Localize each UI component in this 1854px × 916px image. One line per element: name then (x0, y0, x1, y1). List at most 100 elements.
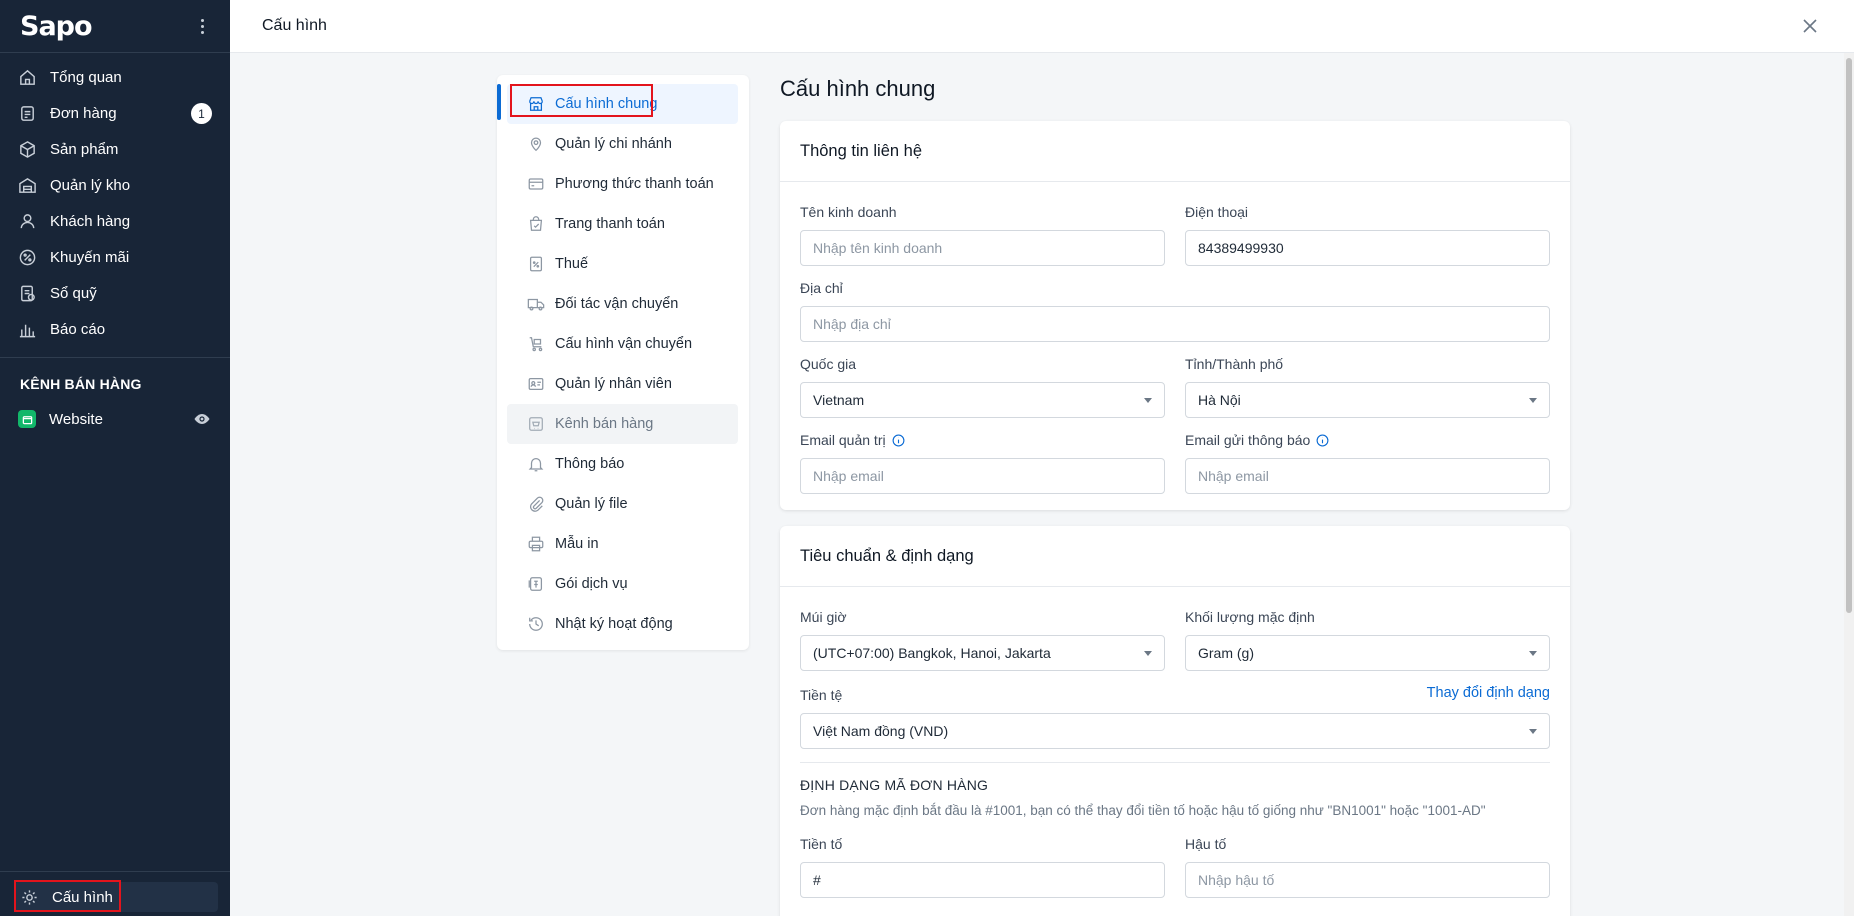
menu-item-doi-tac-van-chuyen[interactable]: Đối tác vận chuyển (507, 284, 738, 324)
checkout-bag-icon (529, 216, 543, 231)
admin-email-input[interactable]: Nhập email (800, 458, 1165, 494)
sidebar-item-label: Quản lý kho (50, 176, 131, 194)
prefix-label: Tiền tố (800, 836, 843, 852)
store-icon (529, 97, 543, 111)
menu-item-label: Mẫu in (555, 536, 599, 552)
active-indicator (497, 84, 501, 120)
menu-item-cau-hinh-van-chuyen[interactable]: Cấu hình vận chuyển (507, 324, 738, 364)
menu-item-quan-ly-chi-nhanh[interactable]: Quản lý chi nhánh (507, 124, 738, 164)
branch-icon (530, 137, 542, 152)
sidebar-item-label: Sổ quỹ (50, 284, 97, 302)
sidebar-item-label: Đơn hàng (50, 104, 117, 122)
sidebar-item-quan-ly-kho[interactable]: Quản lý kho (0, 167, 230, 203)
menu-item-label: Quản lý nhân viên (555, 376, 672, 392)
timezone-select[interactable]: (UTC+07:00) Bangkok, Hanoi, Jakarta (800, 635, 1165, 671)
menu-item-label: Thông báo (555, 456, 625, 472)
sidebar-nav: Tổng quan Đơn hàng 1 Sản phẩm Quản lý kh… (0, 53, 230, 347)
close-icon[interactable] (1802, 18, 1818, 34)
admin-email-label: Email quản trị (800, 432, 886, 448)
sidebar-item-so-quy[interactable]: Sổ quỹ (0, 275, 230, 311)
menu-item-quan-ly-file[interactable]: Quản lý file (507, 484, 738, 524)
address-field: Địa chỉ Nhập địa chỉ (800, 279, 1550, 342)
address-label: Địa chỉ (800, 280, 843, 296)
menu-item-thong-bao[interactable]: Thông báo (507, 444, 738, 484)
sidebar-item-khuyen-mai[interactable]: Khuyến mãi (0, 239, 230, 275)
prefix-field: Tiền tố # (800, 835, 1165, 898)
currency-select[interactable]: Việt Nam đồng (VND) (800, 713, 1550, 749)
notify-email-label: Email gửi thông báo (1185, 432, 1311, 448)
sidebar-item-tong-quan[interactable]: Tổng quan (0, 59, 230, 95)
weight-field: Khối lượng mặc định Gram (g) (1185, 608, 1550, 671)
sidebar-item-khach-hang[interactable]: Khách hàng (0, 203, 230, 239)
home-icon (20, 69, 35, 85)
tax-icon (529, 256, 543, 272)
website-icon (18, 410, 36, 428)
order-count-badge: 1 (191, 103, 212, 124)
service-package-icon (528, 577, 543, 591)
menu-item-quan-ly-nhan-vien[interactable]: Quản lý nhân viên (507, 364, 738, 404)
page-title: Cấu hình chung (780, 76, 936, 101)
menu-item-mau-in[interactable]: Mẫu in (507, 524, 738, 564)
address-input[interactable]: Nhập địa chỉ (800, 306, 1550, 342)
country-field: Quốc gia Vietnam (800, 355, 1165, 418)
menu-item-thue[interactable]: Thuế (507, 244, 738, 284)
gear-icon (22, 889, 37, 905)
menu-item-phuong-thuc-thanh-toan[interactable]: Phương thức thanh toán (507, 164, 738, 204)
standards-card-title: Tiêu chuẩn & định dạng (780, 526, 1570, 587)
business-name-field: Tên kinh doanh Nhập tên kinh doanh (800, 203, 1165, 266)
currency-label: Tiền tệ (800, 687, 843, 703)
order-format-heading: ĐỊNH DẠNG MÃ ĐƠN HÀNG (800, 777, 989, 793)
sidebar-item-label: Website (49, 410, 103, 428)
contact-card-body: Tên kinh doanh Nhập tên kinh doanh Điện … (780, 182, 1570, 510)
eye-icon[interactable] (192, 409, 212, 429)
box-icon (20, 140, 35, 158)
menu-item-goi-dich-vu[interactable]: Gói dịch vụ (507, 564, 738, 604)
business-name-input[interactable]: Nhập tên kinh doanh (800, 230, 1165, 266)
sidebar-item-label: Cấu hình (52, 888, 113, 906)
chevron-down-icon (1529, 729, 1537, 734)
menu-item-label: Thuế (555, 256, 589, 272)
notify-email-input[interactable]: Nhập email (1185, 458, 1550, 494)
suffix-input[interactable]: Nhập hậu tố (1185, 862, 1550, 898)
info-icon[interactable] (892, 434, 905, 447)
sapo-logo[interactable]: Sapo (20, 11, 93, 42)
order-icon (21, 105, 34, 121)
country-select[interactable]: Vietnam (800, 382, 1165, 418)
settings-menu: Cấu hình chung Quản lý chi nhánh Phương … (497, 75, 749, 650)
city-select[interactable]: Hà Nội (1185, 382, 1550, 418)
sidebar-item-cau-hinh[interactable]: Cấu hình (14, 882, 218, 912)
sidebar-item-san-pham[interactable]: Sản phẩm (0, 131, 230, 167)
menu-item-kenh-ban-hang[interactable]: Kênh bán hàng (507, 404, 738, 444)
chevron-down-icon (1529, 651, 1537, 656)
info-icon[interactable] (1316, 434, 1329, 447)
timezone-field: Múi giờ (UTC+07:00) Bangkok, Hanoi, Jaka… (800, 608, 1165, 671)
logo-row: Sapo (0, 0, 230, 53)
sidebar-item-website[interactable]: Website (0, 402, 230, 436)
suffix-field: Hậu tố Nhập hậu tố (1185, 835, 1550, 898)
more-options-icon[interactable] (194, 18, 210, 34)
menu-item-label: Trang thanh toán (555, 216, 665, 232)
sidebar-item-bao-cao[interactable]: Báo cáo (0, 311, 230, 347)
scrollbar-thumb[interactable] (1846, 58, 1852, 613)
warehouse-icon (19, 177, 36, 193)
country-label: Quốc gia (800, 356, 857, 372)
history-icon (529, 617, 543, 631)
standards-format-card: Tiêu chuẩn & định dạng Múi giờ (UTC+07:0… (780, 526, 1570, 916)
menu-item-cau-hinh-chung[interactable]: Cấu hình chung (507, 84, 738, 124)
phone-input[interactable]: 84389499930 (1185, 230, 1550, 266)
menu-item-nhat-ky-hoat-dong[interactable]: Nhật ký hoạt động (507, 604, 738, 644)
menu-item-label: Phương thức thanh toán (555, 176, 714, 192)
menu-item-trang-thanh-toan[interactable]: Trang thanh toán (507, 204, 738, 244)
truck-icon (527, 298, 545, 311)
chevron-down-icon (1144, 398, 1152, 403)
card-icon (528, 178, 544, 190)
sidebar-item-label: Báo cáo (50, 320, 106, 338)
shipping-config-icon (529, 337, 543, 352)
menu-item-label: Quản lý chi nhánh (555, 136, 672, 152)
sales-channel-icon (529, 417, 543, 431)
user-icon (20, 213, 35, 228)
sidebar-item-don-hang[interactable]: Đơn hàng 1 (0, 95, 230, 131)
printer-icon (528, 536, 544, 552)
weight-select[interactable]: Gram (g) (1185, 635, 1550, 671)
prefix-input[interactable]: # (800, 862, 1165, 898)
